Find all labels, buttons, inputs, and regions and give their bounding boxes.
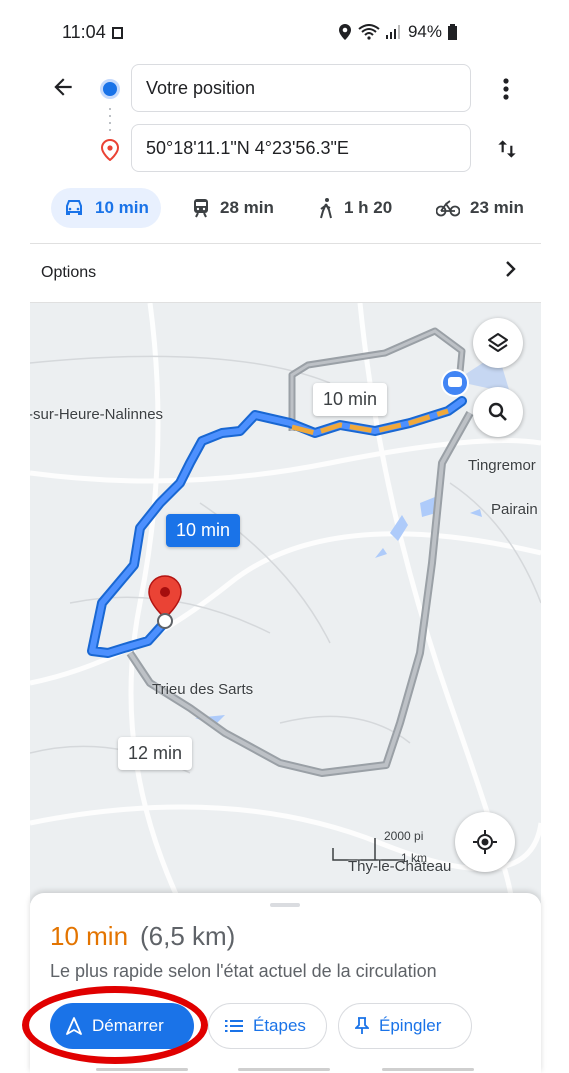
route-time-label[interactable]: 12 min	[118, 737, 193, 770]
highlight-ring	[22, 986, 208, 1064]
pin-button[interactable]: Épingler	[338, 1003, 472, 1049]
place-label: Pairain	[491, 501, 538, 518]
divider	[30, 243, 541, 244]
route-time-text: 10 min	[323, 389, 378, 409]
place-label: -sur-Heure-Nalinnes	[30, 406, 164, 423]
mode-bike-label: 23 min	[470, 198, 524, 217]
arrow-back-icon	[54, 78, 72, 96]
nav-bar	[238, 1068, 330, 1071]
destination-text: 50°18'11.1"N 4°23'56.3"E	[146, 137, 349, 158]
origin-dot-icon	[100, 79, 120, 99]
origin-field[interactable]: Votre position	[131, 64, 471, 112]
search-button[interactable]	[473, 387, 523, 437]
back-button[interactable]	[50, 74, 80, 104]
layers-icon	[488, 333, 508, 352]
recenter-button[interactable]	[455, 812, 515, 872]
my-location-icon	[473, 830, 497, 854]
more-vert-icon	[503, 78, 509, 100]
bike-icon	[436, 200, 460, 217]
place-label: Trieu des Sarts	[152, 681, 254, 698]
more-options-button[interactable]	[496, 76, 516, 102]
nav-bar	[96, 1068, 188, 1071]
time-text: 11:04	[62, 22, 106, 42]
location-icon	[338, 24, 351, 40]
layers-button[interactable]	[473, 318, 523, 368]
origin-text: Votre position	[146, 77, 256, 98]
scale-metric: 1 km	[401, 851, 428, 865]
mode-walk-tab[interactable]: 1 h 20	[318, 188, 392, 228]
place-label: Thy-le-Château	[348, 858, 452, 875]
steps-label: Étapes	[253, 1016, 306, 1035]
mode-walk-label: 1 h 20	[344, 198, 393, 217]
route-time-text: 12 min	[128, 743, 183, 763]
route-description: Le plus rapide selon l'état actuel de la…	[50, 961, 437, 981]
battery-icon	[448, 24, 457, 40]
pin-icon	[355, 1017, 369, 1034]
scale-imperial: 2000 pi	[384, 829, 424, 843]
nav-bar	[382, 1068, 474, 1071]
map-view[interactable]: -sur-Heure-Nalinnes Tingremor Pairain Tr…	[30, 303, 541, 903]
trip-duration: 10 min	[50, 921, 129, 951]
wifi-icon	[358, 24, 380, 40]
battery-text: 94%	[407, 22, 442, 41]
car-icon	[66, 200, 82, 215]
status-time: 11:04	[62, 22, 123, 43]
mode-bike-tab[interactable]: 23 min	[436, 188, 524, 228]
list-icon	[225, 1020, 243, 1032]
map-canvas	[30, 303, 541, 903]
chevron-right-icon[interactable]	[505, 258, 517, 284]
mode-transit-label: 28 min	[220, 198, 274, 217]
destination-marker-icon[interactable]	[147, 575, 183, 636]
destination-pin-icon	[100, 138, 120, 166]
trip-distance: (6,5 km)	[140, 921, 236, 951]
place-label: Tingremor	[468, 457, 536, 474]
route-time-text: 10 min	[176, 520, 231, 540]
signal-icon	[385, 25, 400, 39]
route-time-label[interactable]: 10 min	[313, 383, 388, 416]
steps-button[interactable]: Étapes	[208, 1003, 327, 1049]
drag-handle[interactable]	[270, 903, 300, 907]
pin-label: Épingler	[379, 1016, 442, 1035]
status-icons: 94%	[338, 22, 457, 42]
mode-transit-tab[interactable]: 28 min	[192, 188, 274, 228]
options-row[interactable]: Options	[41, 264, 96, 282]
notification-icon	[111, 27, 123, 39]
selected-route-label[interactable]: 10 min	[166, 514, 241, 547]
destination-field[interactable]: 50°18'11.1"N 4°23'56.3"E	[131, 124, 471, 172]
route-connector-dots	[109, 108, 111, 134]
train-icon	[194, 199, 208, 218]
swap-vert-icon	[498, 140, 516, 158]
walk-icon	[320, 198, 332, 219]
mode-car-tab[interactable]: 10 min	[51, 188, 161, 228]
swap-button[interactable]	[494, 136, 520, 162]
options-label: Options	[41, 264, 97, 281]
search-icon	[488, 402, 507, 421]
mode-car-label: 10 min	[95, 198, 149, 217]
